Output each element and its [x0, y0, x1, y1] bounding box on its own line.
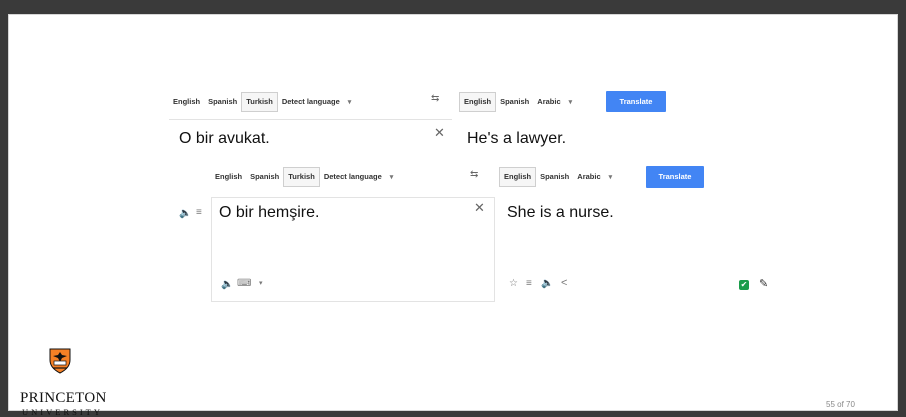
bottom-src-lang-detect[interactable]: Detect language	[320, 168, 386, 186]
top-target-text: He's a lawyer.	[467, 130, 567, 147]
chevron-down-icon[interactable]: ▾	[259, 279, 263, 287]
top-src-lang-detect[interactable]: Detect language	[278, 93, 344, 111]
top-source-language-bar: English Spanish Turkish Detect language …	[169, 91, 351, 113]
top-src-lang-english[interactable]: English	[169, 93, 204, 111]
bottom-src-lang-turkish[interactable]: Turkish	[283, 167, 320, 187]
bottom-translate-button[interactable]: Translate	[646, 166, 704, 188]
princeton-shield-icon	[49, 348, 71, 374]
top-target-language-bar: English Spanish Arabic ▾	[459, 91, 572, 113]
chevron-down-icon[interactable]: ▾	[609, 173, 613, 181]
bottom-source-language-bar: English Spanish Turkish Detect language …	[211, 166, 393, 188]
top-src-lang-spanish[interactable]: Spanish	[204, 93, 241, 111]
chevron-down-icon[interactable]: ▾	[348, 98, 352, 106]
bottom-tgt-lang-spanish[interactable]: Spanish	[536, 168, 573, 186]
bottom-source-text: O bir hemşire.	[219, 204, 320, 221]
doc-icon[interactable]: ≡	[196, 207, 202, 218]
top-tgt-lang-arabic[interactable]: Arabic	[533, 93, 564, 111]
top-close-icon[interactable]: ✕	[434, 125, 445, 141]
bottom-target-text: She is a nurse.	[507, 204, 614, 221]
top-translate-button[interactable]: Translate	[606, 91, 666, 112]
keyboard-icon[interactable]: ⌨	[237, 278, 251, 289]
swap-languages-icon[interactable]: ⇆	[431, 93, 439, 104]
swap-languages-icon[interactable]: ⇆	[470, 169, 478, 180]
top-tgt-lang-english[interactable]: English	[459, 92, 497, 112]
top-src-lang-turkish[interactable]: Turkish	[241, 92, 278, 112]
bottom-tgt-lang-english[interactable]: English	[499, 167, 537, 187]
share-icon[interactable]: <	[561, 277, 567, 289]
chevron-down-icon[interactable]: ▾	[569, 98, 573, 106]
slide: English Spanish Turkish Detect language …	[8, 14, 898, 417]
logo-university-text: UNIVERSITY	[22, 407, 103, 417]
logo-princeton-text: PRINCETON	[20, 390, 107, 406]
doc-icon[interactable]: ≡	[526, 278, 532, 289]
top-tgt-lang-spanish[interactable]: Spanish	[496, 93, 533, 111]
bottom-target-language-bar: English Spanish Arabic ▾	[499, 166, 612, 188]
pencil-icon[interactable]: ✎	[759, 277, 768, 290]
chevron-down-icon[interactable]: ▾	[390, 173, 394, 181]
top-source-text: O bir avukat.	[179, 130, 270, 147]
speaker-icon[interactable]: 🔈	[221, 279, 233, 290]
bottom-close-icon[interactable]: ✕	[474, 200, 485, 216]
star-icon[interactable]: ☆	[509, 278, 518, 289]
bottom-src-lang-english[interactable]: English	[211, 168, 246, 186]
speaker-icon[interactable]: 🔈	[541, 278, 553, 289]
page-number: 55 of 70	[826, 400, 855, 409]
check-icon[interactable]: ✔	[739, 280, 749, 290]
speaker-icon[interactable]: 🔈	[179, 208, 191, 219]
bottom-src-lang-spanish[interactable]: Spanish	[246, 168, 283, 186]
top-bar	[0, 0, 906, 14]
bottom-tgt-lang-arabic[interactable]: Arabic	[573, 168, 604, 186]
